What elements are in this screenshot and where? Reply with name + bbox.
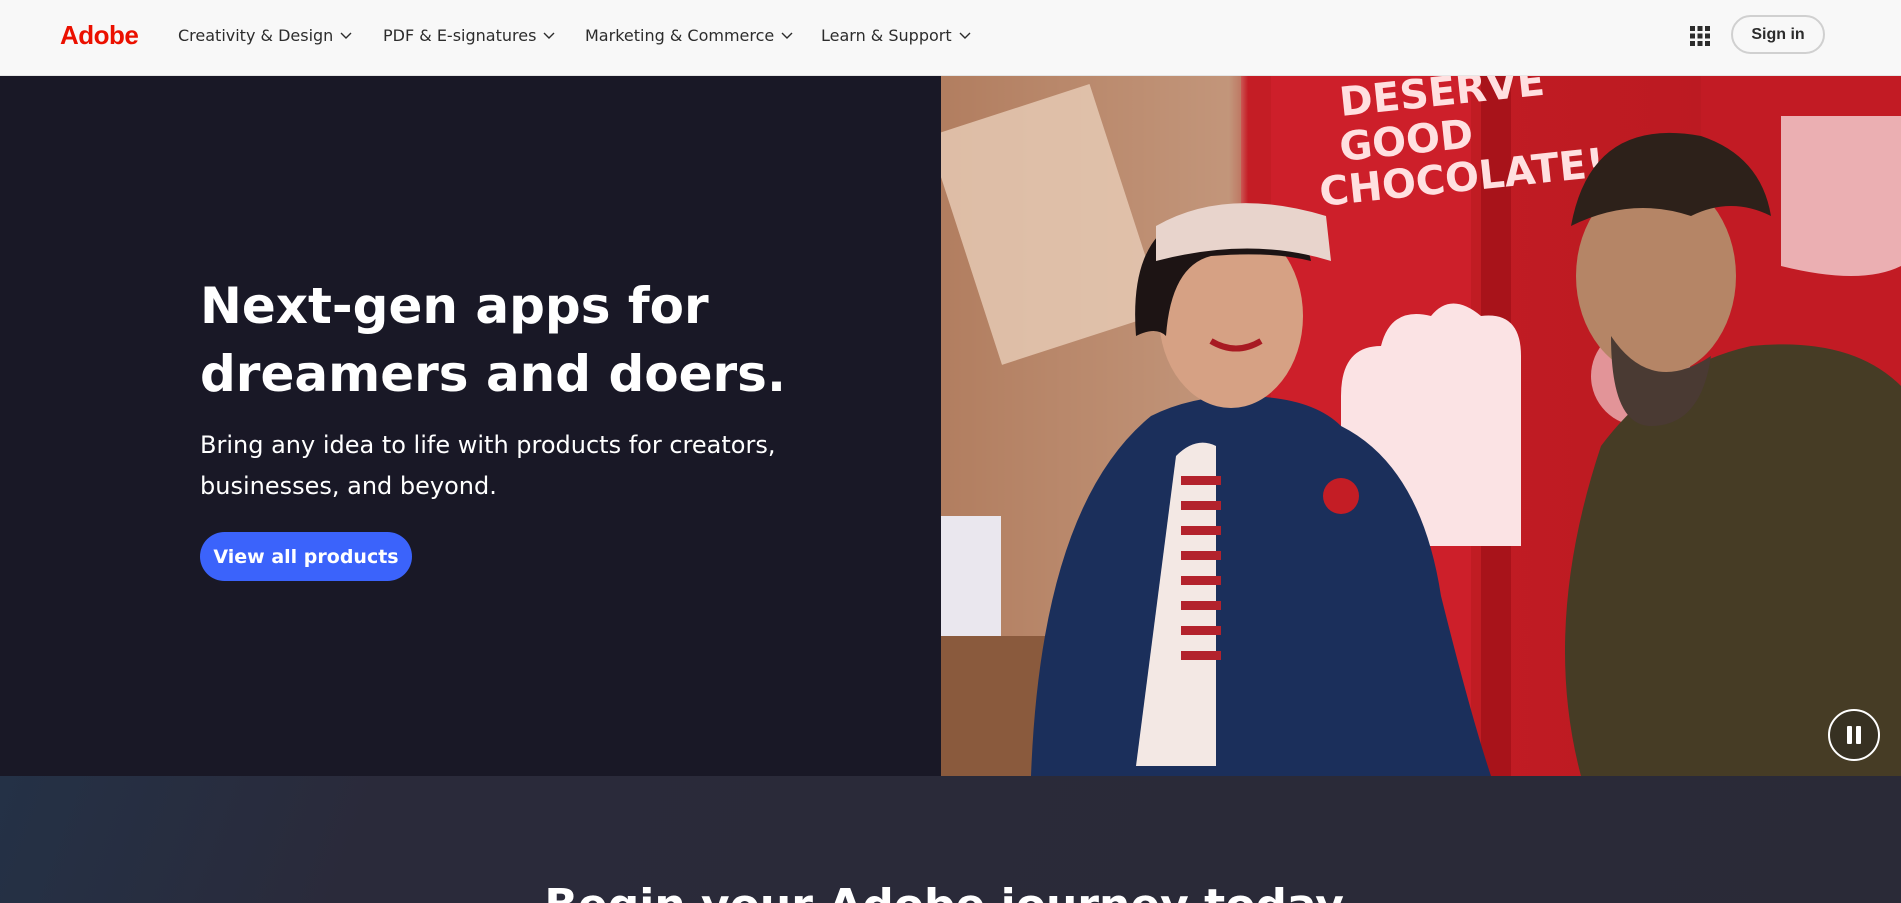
- chevron-down-icon: [340, 32, 352, 39]
- top-navigation: Adobe Creativity & Design PDF & E-signat…: [0, 0, 1901, 76]
- begin-journey-section: Begin your Adobe journey today.: [0, 776, 1901, 903]
- nav-marketing-commerce[interactable]: Marketing & Commerce: [585, 24, 794, 46]
- hero-video[interactable]: DESERVE GOOD CHOCOLATE!: [941, 76, 1901, 776]
- chevron-down-icon: [543, 32, 555, 39]
- nav-item-label: Learn & Support: [821, 25, 952, 45]
- nav-creativity-design[interactable]: Creativity & Design: [178, 24, 353, 46]
- hero-headline: Next-gen apps for dreamers and doers.: [200, 277, 786, 403]
- hero-section: Next-gen apps for dreamers and doers. Br…: [0, 76, 1901, 776]
- view-all-products-button[interactable]: View all products: [200, 532, 412, 581]
- nav-pdf-esignatures[interactable]: PDF & E-signatures: [383, 24, 556, 46]
- section-title: Begin your Adobe journey today.: [0, 880, 1901, 903]
- video-still-illustration: DESERVE GOOD CHOCOLATE!: [941, 76, 1901, 776]
- hero-text-panel: Next-gen apps for dreamers and doers. Br…: [0, 76, 941, 776]
- pause-icon: [1847, 726, 1852, 744]
- nav-learn-support[interactable]: Learn & Support: [821, 24, 972, 46]
- apps-grid-icon[interactable]: [1689, 25, 1711, 47]
- chevron-down-icon: [959, 32, 971, 39]
- nav-item-label: Marketing & Commerce: [585, 25, 775, 45]
- sign-in-button[interactable]: Sign in: [1731, 15, 1825, 54]
- nav-item-label: PDF & E-signatures: [383, 25, 537, 45]
- pause-video-button[interactable]: [1828, 709, 1880, 761]
- hero-subhead: Bring any idea to life with products for…: [200, 431, 776, 500]
- pause-icon-bar: [1856, 726, 1861, 744]
- nav-item-label: Creativity & Design: [178, 25, 334, 45]
- chevron-down-icon: [781, 32, 793, 39]
- adobe-logo[interactable]: Adobe: [60, 20, 139, 51]
